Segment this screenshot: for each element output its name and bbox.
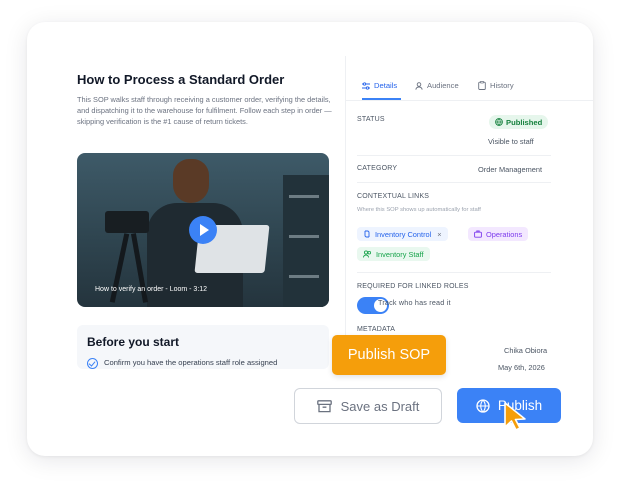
save-draft-button[interactable]: Save as Draft: [294, 388, 442, 424]
mouse-cursor-icon: [504, 402, 526, 431]
save-draft-label: Save as Draft: [340, 398, 420, 414]
tab-audience-label: Audience: [427, 81, 459, 90]
status-visibility: Visible to staff: [488, 137, 534, 146]
video-caption: How to verify an order - Loom - 3:12: [95, 286, 208, 293]
tab-details-label: Details: [374, 81, 398, 90]
play-button[interactable]: [189, 216, 217, 244]
globe-icon: [495, 118, 503, 126]
panel-divider: [345, 56, 346, 356]
tab-details[interactable]: Details: [362, 81, 397, 90]
publish-sop-tooltip: Publish SOP: [332, 335, 446, 375]
metadata-label: METADATA: [357, 326, 396, 333]
clipboard-icon: [478, 81, 486, 90]
briefcase-icon: [474, 230, 482, 238]
chip-operations-label: Operations: [486, 229, 523, 239]
metadata-author: Chika Obiora: [504, 346, 548, 355]
sliders-icon: [362, 81, 370, 90]
chip-inventory-staff[interactable]: Inventory Staff: [357, 247, 430, 261]
link-icon: [364, 230, 370, 238]
remove-chip-icon[interactable]: ×: [437, 230, 441, 239]
chip-inventory-control[interactable]: Inventory Control ×: [357, 227, 448, 241]
sop-description: This SOP walks staff through receiving a…: [77, 95, 332, 126]
category-label: CATEGORY: [357, 165, 398, 172]
archive-icon: [316, 399, 332, 412]
chip-inventory-control-label: Inventory Control: [375, 229, 432, 239]
category-value: Order Management: [478, 165, 543, 174]
users-icon: [363, 250, 371, 258]
check-circle-icon: [87, 358, 98, 369]
video-thumbnail-shelf: [283, 175, 329, 307]
sop-title: How to Process a Standard Order: [77, 72, 285, 87]
status-badge-label: Published: [506, 117, 543, 127]
sop-editor-card: How to Process a Standard Order This SOP…: [27, 22, 593, 456]
before-you-start-section: Before you start Confirm you have the op…: [77, 325, 329, 369]
play-icon: [200, 224, 209, 236]
chip-inventory-staff-label: Inventory Staff: [376, 249, 424, 259]
contextual-links-help: Where this SOP shows up automatically fo…: [357, 207, 481, 213]
read-tracking-text: Track who has read it: [378, 298, 451, 307]
tab-audience[interactable]: Audience: [415, 81, 459, 90]
status-badge: Published: [489, 115, 549, 129]
before-you-start-title: Before you start: [87, 335, 180, 349]
user-icon: [415, 81, 423, 90]
tab-history-label: History: [490, 81, 514, 90]
status-label: STATUS: [357, 116, 385, 123]
chip-operations[interactable]: Operations: [468, 227, 529, 241]
contextual-links-label: CONTEXTUAL LINKS: [357, 193, 430, 200]
tab-history[interactable]: History: [478, 81, 514, 90]
globe-icon: [476, 398, 490, 413]
video-player[interactable]: How to verify an order - Loom - 3:12: [77, 153, 329, 307]
required-roles-label: REQUIRED FOR LINKED ROLES: [357, 283, 469, 290]
metadata-date: May 6th, 2026: [498, 363, 545, 372]
checklist-item: Confirm you have the operations staff ro…: [104, 358, 278, 367]
